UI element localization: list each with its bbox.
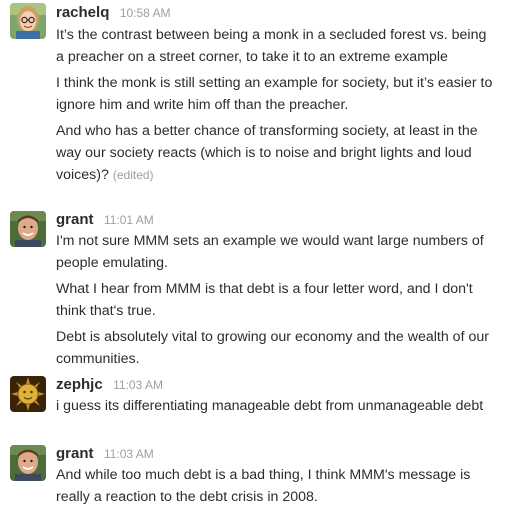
message-group: grant 11:01 AM I'm not sure MMM sets an …: [0, 210, 508, 370]
message-header: rachelq 10:58 AM: [56, 3, 498, 23]
timestamp[interactable]: 11:01 AM: [104, 213, 154, 227]
avatar[interactable]: [10, 376, 46, 412]
golden-sun-face-avatar-icon: [10, 376, 46, 412]
message-group: rachelq 10:58 AM It’s the contrast betwe…: [0, 3, 508, 186]
message-group: grant 11:03 AM And while too much debt i…: [0, 444, 508, 508]
message-text: I'm not sure MMM sets an example we woul…: [56, 233, 484, 271]
message-text: i guess its differentiating manageable d…: [56, 398, 484, 414]
message-header: grant 11:01 AM: [56, 210, 498, 230]
timestamp[interactable]: 11:03 AM: [113, 378, 163, 392]
message-header: grant 11:03 AM: [56, 444, 498, 464]
username[interactable]: grant: [56, 445, 94, 462]
username[interactable]: rachelq: [56, 4, 109, 21]
edited-label: (edited): [112, 168, 154, 182]
message-header: zephjc 11:03 AM: [56, 375, 498, 395]
username[interactable]: zephjc: [56, 376, 103, 393]
message-text: I think the monk is still setting an exa…: [56, 75, 493, 113]
timestamp[interactable]: 11:03 AM: [104, 447, 154, 461]
message-group: zephjc 11:03 AM i guess its differentiat…: [0, 375, 508, 417]
man-smiling-avatar-icon: [10, 211, 46, 247]
woman-with-glasses-avatar-icon: [10, 3, 46, 39]
message-text: Debt is absolutely vital to growing our …: [56, 329, 489, 367]
avatar[interactable]: [10, 445, 46, 481]
username[interactable]: grant: [56, 211, 94, 228]
avatar[interactable]: [10, 3, 46, 39]
man-smiling-avatar-icon: [10, 445, 46, 481]
message-text: What I hear from MMM is that debt is a f…: [56, 281, 473, 319]
message-text: And who has a better chance of transform…: [56, 120, 498, 186]
message-text: And while too much debt is a bad thing, …: [56, 467, 471, 505]
message-text: It’s the contrast between being a monk i…: [56, 27, 487, 65]
timestamp[interactable]: 10:58 AM: [120, 6, 171, 20]
avatar[interactable]: [10, 211, 46, 247]
